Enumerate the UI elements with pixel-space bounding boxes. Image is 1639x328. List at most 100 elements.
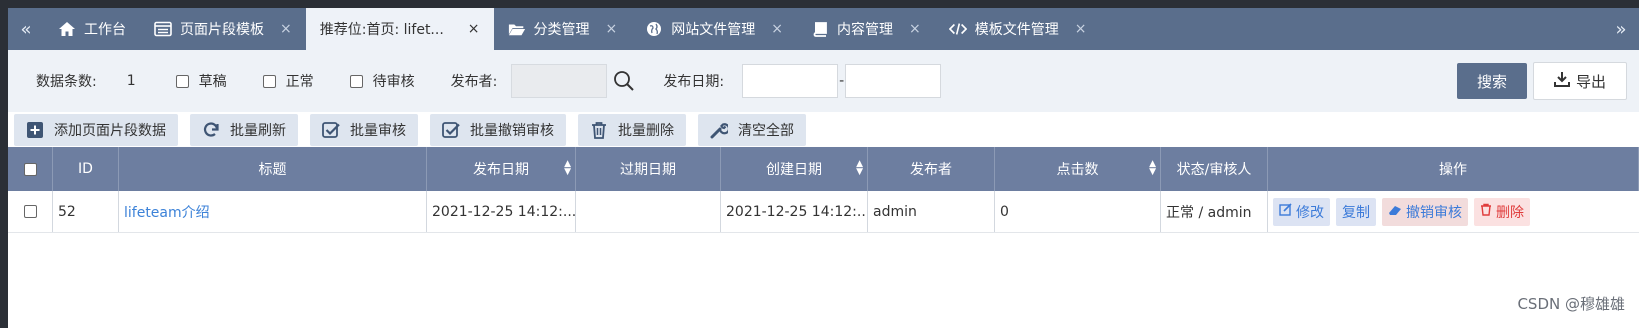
batch-review-button[interactable]: 批量审核 xyxy=(310,114,418,146)
close-icon[interactable]: × xyxy=(468,21,480,37)
data-count-label: 数据条数: xyxy=(36,74,97,90)
check-square-icon xyxy=(442,121,460,139)
checkbox-label: 待审核 xyxy=(372,74,415,90)
column-header-title: 标题 xyxy=(119,147,427,191)
column-header-clicks[interactable]: 点击数 ▲ ▼ xyxy=(995,147,1161,191)
cell-actions: 修改 复制 撤销审核 删除 xyxy=(1268,191,1639,232)
column-header-publisher: 发布者 xyxy=(868,147,995,191)
button-label: 添加页面片段数据 xyxy=(54,123,166,139)
copy-button[interactable]: 复制 xyxy=(1336,197,1376,226)
column-header-label: 点击数 xyxy=(1056,162,1099,178)
cell-status: 正常 / admin xyxy=(1161,191,1268,232)
tab-label: 分类管理 xyxy=(533,22,590,38)
edit-label: 修改 xyxy=(1296,204,1324,221)
checkbox-label: 正常 xyxy=(285,74,314,90)
checkbox-label: 草稿 xyxy=(198,74,227,90)
status-pending-checkbox[interactable]: 待审核 xyxy=(349,71,415,91)
data-table: ID 标题 发布日期 ▲ ▼ 过期日期 创建日期 ▲ ▼ 发布者 点击数 ▲ ▼ 状态… xyxy=(8,147,1639,233)
tab-site-files[interactable]: 网站文件管理 × xyxy=(631,8,797,50)
download-icon xyxy=(1553,71,1570,91)
column-header-publish-date[interactable]: 发布日期 ▲ ▼ xyxy=(427,147,576,191)
column-header-status: 状态/审核人 xyxy=(1161,147,1268,191)
export-button[interactable]: 导出 xyxy=(1533,62,1627,100)
refresh-icon xyxy=(202,121,220,139)
tab-category-management[interactable]: 分类管理 × xyxy=(494,8,632,50)
edit-button[interactable]: 修改 xyxy=(1273,197,1330,226)
button-label: 批量撤销审核 xyxy=(470,123,554,139)
date-from-input[interactable] xyxy=(742,64,839,98)
status-draft-checkbox[interactable]: 草稿 xyxy=(175,71,227,91)
tab-recommend-home[interactable]: 推荐位:首页: lifet... × xyxy=(305,8,494,50)
close-icon[interactable]: × xyxy=(909,21,921,37)
column-header-expire-date: 过期日期 xyxy=(576,147,721,191)
tab-template-files[interactable]: 模板文件管理 × xyxy=(935,8,1101,50)
search-button[interactable]: 搜索 xyxy=(1457,63,1527,99)
template-icon xyxy=(154,20,172,38)
button-label: 批量审核 xyxy=(350,123,406,139)
delete-label: 删除 xyxy=(1496,204,1524,221)
tab-label: 页面片段模板 xyxy=(180,22,264,38)
clear-all-button[interactable]: 清空全部 xyxy=(698,114,806,146)
batch-unreview-button[interactable]: 批量撤销审核 xyxy=(430,114,566,146)
cell-create-date: 2021-12-25 14:12:... xyxy=(721,191,868,232)
date-separator: - xyxy=(839,73,845,89)
plus-square-icon xyxy=(26,121,44,139)
tabs-prev-button[interactable]: « xyxy=(8,8,44,50)
batch-delete-button[interactable]: 批量删除 xyxy=(578,114,686,146)
publish-date-label: 发布日期: xyxy=(663,74,725,90)
checkbox-box[interactable] xyxy=(349,74,363,88)
checkbox-box[interactable] xyxy=(175,74,189,88)
copy-label: 复制 xyxy=(1342,204,1370,221)
cell-id: 52 xyxy=(53,191,119,232)
tab-content-management[interactable]: 内容管理 × xyxy=(797,8,935,50)
close-icon[interactable]: × xyxy=(280,21,292,37)
unreview-button[interactable]: 撤销审核 xyxy=(1382,197,1468,226)
delete-button[interactable]: 删除 xyxy=(1474,197,1530,226)
tab-workbench[interactable]: 工作台 xyxy=(44,8,140,50)
date-to-input[interactable] xyxy=(845,64,942,98)
table-row: 52 lifeteam介绍 2021-12-25 14:12:... 2021-… xyxy=(8,191,1639,233)
status-normal-checkbox[interactable]: 正常 xyxy=(262,71,314,91)
close-icon[interactable]: × xyxy=(771,21,783,37)
unreview-label: 撤销审核 xyxy=(1406,204,1462,221)
tab-bar: « 工作台 页面片段模板 × 推荐位:首页: lifet... × 分类管理 ×… xyxy=(8,8,1639,50)
trash-icon xyxy=(1480,203,1492,220)
publisher-label: 发布者: xyxy=(450,74,498,90)
cell-title: lifeteam介绍 xyxy=(119,191,427,232)
eraser-icon xyxy=(1388,204,1402,220)
check-square-icon xyxy=(322,121,340,139)
book-icon xyxy=(811,20,829,38)
add-fragment-data-button[interactable]: 添加页面片段数据 xyxy=(14,114,178,146)
cell-publisher: admin xyxy=(868,191,995,232)
column-header-label: 创建日期 xyxy=(766,162,822,178)
column-header-create-date[interactable]: 创建日期 ▲ ▼ xyxy=(721,147,868,191)
sort-icon[interactable]: ▲ ▼ xyxy=(564,160,571,177)
close-icon[interactable]: × xyxy=(606,21,618,37)
tab-label: 模板文件管理 xyxy=(974,22,1059,38)
close-icon[interactable]: × xyxy=(1075,21,1087,37)
batch-refresh-button[interactable]: 批量刷新 xyxy=(190,114,298,146)
code-icon xyxy=(948,20,967,38)
checkbox-box[interactable] xyxy=(262,74,276,88)
select-all-checkbox[interactable] xyxy=(23,162,37,176)
button-label: 清空全部 xyxy=(738,123,794,139)
wrench-icon xyxy=(710,121,728,139)
data-count-value: 1 xyxy=(126,73,136,89)
search-icon[interactable] xyxy=(613,70,635,92)
double-chevron-right-icon: » xyxy=(1615,18,1627,40)
cell-expire-date xyxy=(576,191,721,232)
column-header-actions: 操作 xyxy=(1268,147,1639,191)
tab-label: 推荐位:首页: lifet... xyxy=(319,22,444,38)
sort-icon[interactable]: ▲ ▼ xyxy=(856,160,863,177)
button-label: 批量刷新 xyxy=(230,123,286,139)
publisher-input[interactable] xyxy=(511,64,608,98)
cell-publish-date: 2021-12-25 14:12:... xyxy=(427,191,576,232)
row-checkbox[interactable] xyxy=(23,205,37,218)
table-header: ID 标题 发布日期 ▲ ▼ 过期日期 创建日期 ▲ ▼ 发布者 点击数 ▲ ▼ 状态… xyxy=(8,147,1639,191)
sort-icon[interactable]: ▲ ▼ xyxy=(1149,160,1156,177)
tab-label: 内容管理 xyxy=(836,22,893,38)
title-link[interactable]: lifeteam介绍 xyxy=(124,202,210,222)
tabs-next-button[interactable]: » xyxy=(1603,8,1639,50)
column-header-label: 发布日期 xyxy=(473,162,529,178)
tab-page-fragment-template[interactable]: 页面片段模板 × xyxy=(140,8,306,50)
